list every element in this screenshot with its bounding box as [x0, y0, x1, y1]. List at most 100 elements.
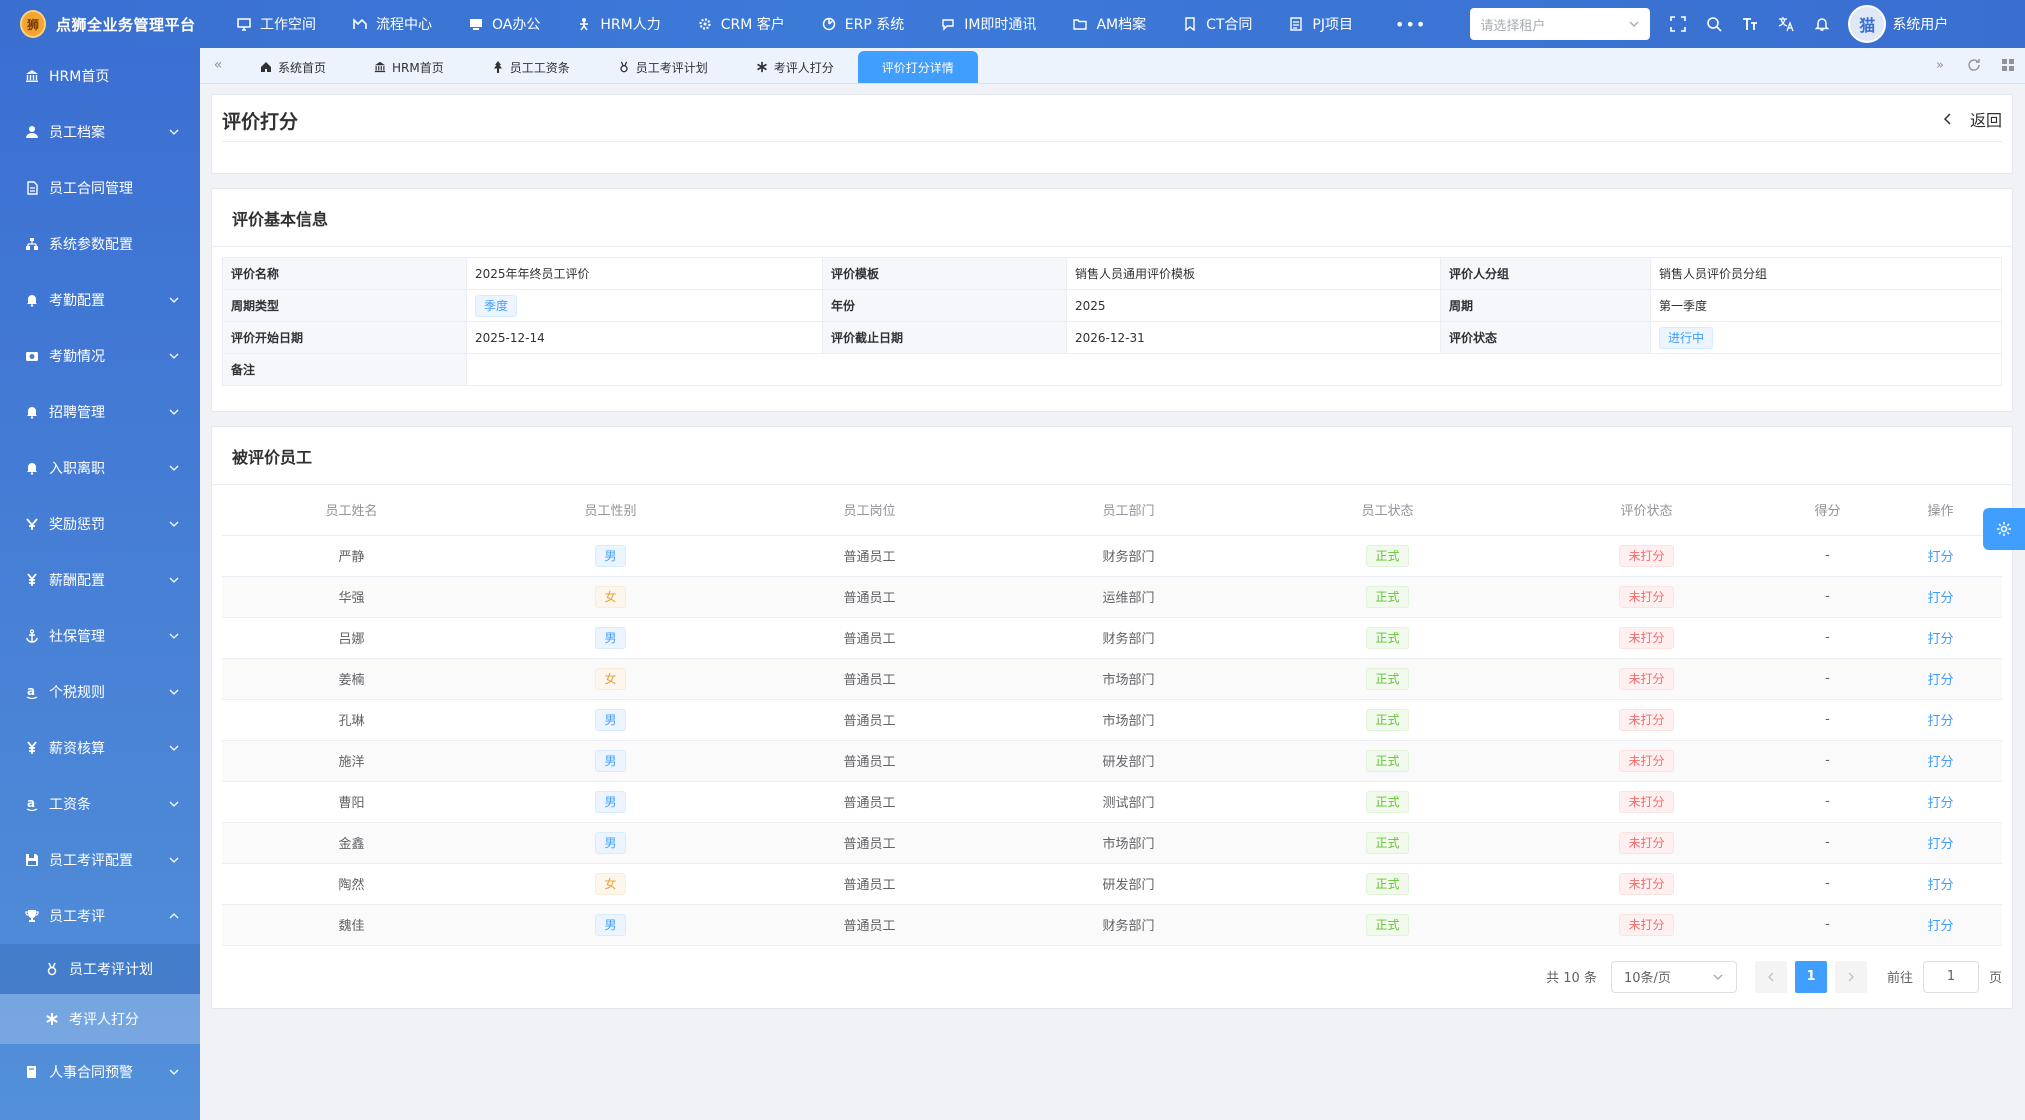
score-button[interactable]: 打分: [1927, 796, 1953, 811]
eval-status-badge: 未打分: [1619, 749, 1674, 772]
eval-cell: 未打分: [1517, 740, 1776, 782]
sidebar-item-12[interactable]: 薪资核算: [0, 720, 200, 776]
sidebar-item-0[interactable]: HRM首页: [0, 48, 200, 104]
sidebar-item-13[interactable]: a 工资条: [0, 776, 200, 832]
score-button[interactable]: 打分: [1927, 591, 1953, 606]
info-value: 2025年年终员工评价: [466, 257, 823, 290]
op-cell: 打分: [1879, 904, 2002, 946]
remark-value: [466, 353, 2002, 386]
tab-0[interactable]: 系统首页: [236, 51, 350, 83]
settings-gear-icon[interactable]: [1983, 508, 2025, 550]
sidebar-item-3[interactable]: 系统参数配置: [0, 216, 200, 272]
score-button[interactable]: 打分: [1927, 550, 1953, 565]
user-menu[interactable]: 猫 系统用户: [1848, 5, 1948, 43]
scrollbar[interactable]: [2017, 84, 2025, 1120]
tab-2[interactable]: 员工工资条: [468, 51, 594, 83]
tab-label: 评价打分详情: [881, 60, 954, 75]
desktop-icon: [468, 16, 484, 32]
goto-page-input[interactable]: [1922, 960, 1979, 993]
tab-1[interactable]: HRM首页: [350, 51, 468, 83]
sidebar-item-2[interactable]: 员工合同管理: [0, 160, 200, 216]
tabs-scroll-left-icon[interactable]: «: [200, 47, 236, 83]
sidebar: HRM首页 员工档案 员工合同管理 系统参数配置考勤配置考勤情况 招聘管理 入职离职奖励惩…: [0, 48, 200, 1120]
topnav-item-3[interactable]: HRM人力: [558, 0, 678, 48]
score-button[interactable]: 打分: [1927, 755, 1953, 770]
sidebar-item-5[interactable]: 考勤情况: [0, 328, 200, 384]
prev-page-button[interactable]: [1754, 960, 1787, 993]
score-button[interactable]: 打分: [1927, 632, 1953, 647]
more-menu-icon[interactable]: •••: [1371, 15, 1450, 34]
sidebar-item-15[interactable]: 员工考评: [0, 888, 200, 944]
score-button[interactable]: 打分: [1927, 714, 1953, 729]
grid-menu-icon[interactable]: [1991, 47, 2025, 83]
topnav-item-7[interactable]: AM档案: [1054, 0, 1164, 48]
gender-cell: 男: [481, 781, 740, 823]
sidebar-subitem-1[interactable]: 考评人打分: [0, 994, 200, 1044]
page-size-select[interactable]: 10条/页: [1610, 960, 1737, 993]
eval-cell: 未打分: [1517, 617, 1776, 659]
op-cell: 打分: [1879, 740, 2002, 782]
font-size-icon[interactable]: [1732, 0, 1768, 48]
table-row: 华强 女 普通员工 运维部门 正式 未打分 - 打分: [222, 576, 2002, 618]
tab-5[interactable]: 评价打分详情: [857, 51, 978, 83]
info-label: 年份: [822, 289, 1067, 322]
score: -: [1776, 740, 1879, 782]
topnav-item-4[interactable]: CRM 客户: [679, 0, 803, 48]
sidebar-item-label: 薪资核算: [49, 741, 105, 757]
gender-tag: 男: [595, 708, 626, 731]
employee-post: 普通员工: [740, 576, 999, 618]
topnav-item-6[interactable]: IM即时通讯: [922, 0, 1054, 48]
sidebar-item-1[interactable]: 员工档案: [0, 104, 200, 160]
tab-4[interactable]: 考评人打分: [732, 51, 858, 83]
sidebar-item-label: 社保管理: [49, 629, 105, 645]
sidebar-subitem-0[interactable]: 员工考评计划: [0, 944, 200, 994]
score-button[interactable]: 打分: [1927, 919, 1953, 934]
sidebar-subitem-label: 员工考评计划: [69, 962, 153, 978]
employee-dept: 研发部门: [999, 740, 1258, 782]
topnav-item-2[interactable]: OA办公: [450, 0, 558, 48]
sidebar-item-contract-warning[interactable]: 人事合同预警: [0, 1044, 200, 1100]
sidebar-item-6[interactable]: 招聘管理: [0, 384, 200, 440]
tabs-scroll-right-icon[interactable]: »: [1923, 47, 1957, 83]
sidebar-item-label: 考勤配置: [49, 293, 105, 309]
sidebar-item-9[interactable]: 薪酬配置: [0, 552, 200, 608]
topnav-item-8[interactable]: CT合同: [1164, 0, 1270, 48]
topnav-item-9[interactable]: PJ项目: [1270, 0, 1371, 48]
score-button[interactable]: 打分: [1927, 878, 1953, 893]
search-icon[interactable]: [1696, 0, 1732, 48]
page-number-button[interactable]: 1: [1794, 960, 1827, 993]
employees-table: 员工姓名 员工性别 员工岗位 员工部门 员工状态 评价状态 得分 操作 严静男普通员工 财务部门…: [222, 485, 2002, 946]
sidebar-item-11[interactable]: a 个税规则: [0, 664, 200, 720]
tab-3[interactable]: 员工考评计划: [594, 51, 732, 83]
sidebar-item-8[interactable]: 奖励惩罚: [0, 496, 200, 552]
sidebar-item-7[interactable]: 入职离职: [0, 440, 200, 496]
topnav-item-5[interactable]: ERP 系统: [803, 0, 922, 48]
eval-cell: 未打分: [1517, 658, 1776, 700]
back-button[interactable]: 返回: [1942, 107, 2002, 131]
column-header: 员工状态: [1258, 485, 1517, 536]
sidebar-item-14[interactable]: 员工考评配置: [0, 832, 200, 888]
sidebar-item-4[interactable]: 考勤配置: [0, 272, 200, 328]
bell-icon[interactable]: [1804, 0, 1840, 48]
op-cell: 打分: [1879, 781, 2002, 823]
anchor-icon: [24, 628, 40, 644]
eval-cell: 未打分: [1517, 863, 1776, 905]
sidebar-item-10[interactable]: 社保管理: [0, 608, 200, 664]
score-button[interactable]: 打分: [1927, 673, 1953, 688]
refresh-icon[interactable]: [1957, 47, 1991, 83]
pagination-total: 共 10 条: [1546, 971, 1597, 986]
tenant-select[interactable]: 请选择租户: [1470, 8, 1651, 40]
translate-icon[interactable]: [1768, 0, 1804, 48]
topnav-item-0[interactable]: 工作空间: [218, 0, 334, 48]
topnav-item-1[interactable]: 流程中心: [334, 0, 450, 48]
brand[interactable]: 狮 点狮全业务管理平台: [0, 0, 200, 48]
svg-text:a: a: [27, 685, 35, 698]
fullscreen-icon[interactable]: [1660, 0, 1696, 48]
bell-icon: [24, 404, 40, 420]
employee-post: 普通员工: [740, 740, 999, 782]
next-page-button[interactable]: [1834, 960, 1867, 993]
sidebar-item-label: 奖励惩罚: [49, 517, 105, 533]
score-button[interactable]: 打分: [1927, 837, 1953, 852]
eval-status-badge: 未打分: [1619, 831, 1674, 854]
info-value: 2026-12-31: [1066, 321, 1441, 354]
